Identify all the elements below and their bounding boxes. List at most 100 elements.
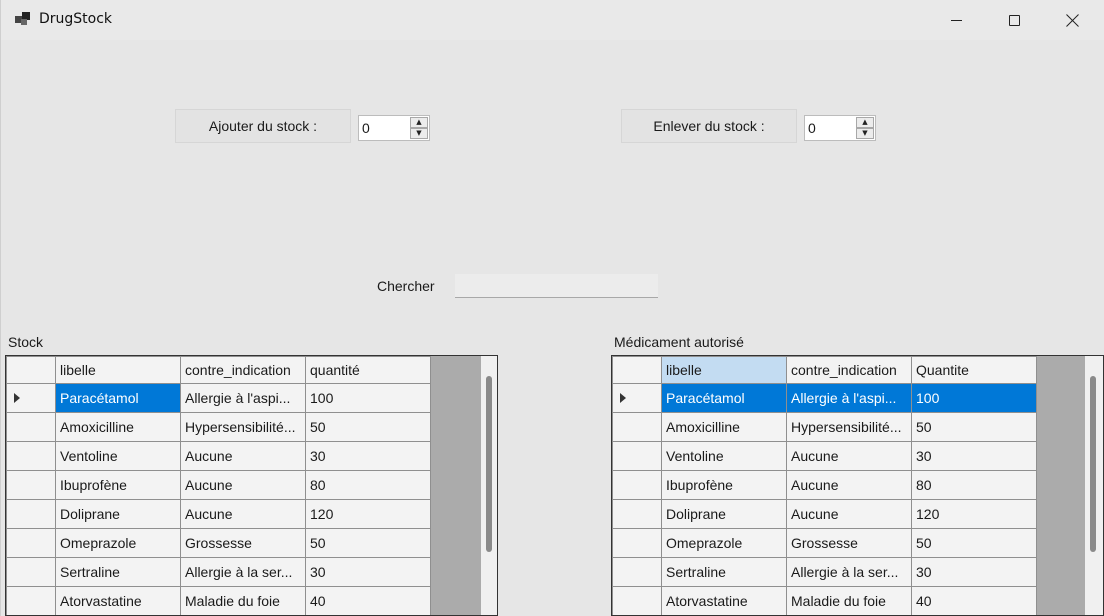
stock-grid-scrollbar[interactable]	[481, 356, 497, 615]
cell-libelle[interactable]: Omeprazole	[661, 528, 787, 558]
cell-quantite[interactable]: 80	[911, 470, 1037, 500]
cell-libelle[interactable]: Ventoline	[661, 441, 787, 471]
search-input[interactable]	[455, 274, 658, 298]
remove-stock-button[interactable]: Enlever du stock :	[621, 109, 797, 143]
remove-quantity-stepper[interactable]: 0 ▲ ▼	[804, 115, 876, 141]
maximize-button[interactable]	[985, 0, 1043, 40]
stepper-down-icon[interactable]: ▼	[856, 128, 874, 139]
row-header[interactable]	[6, 383, 56, 413]
cell-libelle[interactable]: Amoxicilline	[55, 412, 181, 442]
table-row[interactable]: Ibuprofène Aucune 80	[612, 470, 1037, 500]
table-row[interactable]: Ventoline Aucune 30	[612, 441, 1037, 471]
authorized-grid[interactable]: libelle contre_indication Quantite Parac…	[611, 355, 1104, 616]
cell-contre-indication[interactable]: Allergie à l'aspi...	[786, 383, 912, 413]
table-row[interactable]: Doliprane Aucune 120	[612, 499, 1037, 529]
row-header[interactable]	[6, 412, 56, 442]
cell-quantite[interactable]: 100	[911, 383, 1037, 413]
cell-contre-indication[interactable]: Hypersensibilité...	[786, 412, 912, 442]
row-header[interactable]	[6, 441, 56, 471]
table-row[interactable]: Amoxicilline Hypersensibilité... 50	[6, 412, 431, 442]
column-header-libelle[interactable]: libelle	[55, 356, 181, 384]
cell-contre-indication[interactable]: Allergie à la ser...	[180, 557, 306, 587]
column-header-contre-indication[interactable]: contre_indication	[786, 356, 912, 384]
table-row[interactable]: Ventoline Aucune 30	[6, 441, 431, 471]
add-quantity-stepper[interactable]: 0 ▲ ▼	[358, 115, 430, 141]
close-button[interactable]	[1043, 0, 1101, 40]
cell-contre-indication[interactable]: Grossesse	[180, 528, 306, 558]
row-header[interactable]	[612, 499, 662, 529]
cell-quantite[interactable]: 100	[305, 383, 431, 413]
cell-contre-indication[interactable]: Aucune	[786, 470, 912, 500]
cell-libelle[interactable]: Ibuprofène	[661, 470, 787, 500]
row-header[interactable]	[612, 557, 662, 587]
table-row[interactable]: Atorvastatine Maladie du foie 40	[612, 586, 1037, 615]
cell-quantite[interactable]: 30	[911, 441, 1037, 471]
cell-libelle[interactable]: Amoxicilline	[661, 412, 787, 442]
table-row[interactable]: Paracétamol Allergie à l'aspi... 100	[612, 383, 1037, 413]
cell-contre-indication[interactable]: Allergie à la ser...	[786, 557, 912, 587]
cell-contre-indication[interactable]: Aucune	[786, 441, 912, 471]
title-bar[interactable]: DrugStock	[1, 0, 1104, 40]
row-header[interactable]	[6, 557, 56, 587]
table-row[interactable]: Sertraline Allergie à la ser... 30	[6, 557, 431, 587]
column-header-quantite[interactable]: Quantite	[911, 356, 1037, 384]
row-header[interactable]	[612, 441, 662, 471]
cell-quantite[interactable]: 50	[305, 412, 431, 442]
cell-contre-indication[interactable]: Aucune	[180, 470, 306, 500]
cell-libelle[interactable]: Doliprane	[55, 499, 181, 529]
cell-contre-indication[interactable]: Maladie du foie	[180, 586, 306, 615]
cell-contre-indication[interactable]: Hypersensibilité...	[180, 412, 306, 442]
table-row[interactable]: Omeprazole Grossesse 50	[612, 528, 1037, 558]
cell-quantite[interactable]: 30	[305, 557, 431, 587]
table-row[interactable]: Amoxicilline Hypersensibilité... 50	[612, 412, 1037, 442]
row-header[interactable]	[612, 383, 662, 413]
table-row[interactable]: Sertraline Allergie à la ser... 30	[612, 557, 1037, 587]
add-stock-button[interactable]: Ajouter du stock :	[175, 109, 351, 143]
column-header-contre-indication[interactable]: contre_indication	[180, 356, 306, 384]
cell-quantite[interactable]: 80	[305, 470, 431, 500]
cell-libelle[interactable]: Ventoline	[55, 441, 181, 471]
cell-quantite[interactable]: 120	[305, 499, 431, 529]
cell-contre-indication[interactable]: Aucune	[180, 441, 306, 471]
table-row[interactable]: Omeprazole Grossesse 50	[6, 528, 431, 558]
column-header-libelle[interactable]: libelle	[661, 356, 787, 384]
row-header[interactable]	[612, 412, 662, 442]
row-header[interactable]	[612, 528, 662, 558]
row-header[interactable]	[612, 586, 662, 615]
row-header[interactable]	[6, 499, 56, 529]
table-row[interactable]: Doliprane Aucune 120	[6, 499, 431, 529]
cell-libelle[interactable]: Atorvastatine	[55, 586, 181, 615]
cell-libelle[interactable]: Paracétamol	[661, 383, 787, 413]
cell-libelle[interactable]: Ibuprofène	[55, 470, 181, 500]
cell-quantite[interactable]: 50	[305, 528, 431, 558]
cell-quantite[interactable]: 30	[305, 441, 431, 471]
stepper-up-icon[interactable]: ▲	[410, 117, 428, 128]
cell-contre-indication[interactable]: Aucune	[180, 499, 306, 529]
cell-contre-indication[interactable]: Allergie à l'aspi...	[180, 383, 306, 413]
stock-grid[interactable]: libelle contre_indication quantité Parac…	[5, 355, 498, 616]
cell-libelle[interactable]: Doliprane	[661, 499, 787, 529]
cell-quantite[interactable]: 40	[305, 586, 431, 615]
cell-contre-indication[interactable]: Grossesse	[786, 528, 912, 558]
scrollbar-thumb[interactable]	[486, 376, 492, 552]
cell-quantite[interactable]: 50	[911, 528, 1037, 558]
cell-contre-indication[interactable]: Maladie du foie	[786, 586, 912, 615]
scrollbar-thumb[interactable]	[1090, 376, 1096, 552]
stepper-up-icon[interactable]: ▲	[856, 117, 874, 128]
table-row[interactable]: Paracétamol Allergie à l'aspi... 100	[6, 383, 431, 413]
cell-contre-indication[interactable]: Aucune	[786, 499, 912, 529]
row-header[interactable]	[6, 586, 56, 615]
row-header[interactable]	[6, 470, 56, 500]
row-header[interactable]	[612, 470, 662, 500]
cell-quantite[interactable]: 30	[911, 557, 1037, 587]
table-row[interactable]: Ibuprofène Aucune 80	[6, 470, 431, 500]
cell-quantite[interactable]: 50	[911, 412, 1037, 442]
row-header[interactable]	[6, 528, 56, 558]
cell-libelle[interactable]: Atorvastatine	[661, 586, 787, 615]
cell-quantite[interactable]: 40	[911, 586, 1037, 615]
table-row[interactable]: Atorvastatine Maladie du foie 40	[6, 586, 431, 615]
minimize-button[interactable]	[927, 0, 985, 40]
cell-libelle[interactable]: Sertraline	[55, 557, 181, 587]
cell-quantite[interactable]: 120	[911, 499, 1037, 529]
cell-libelle[interactable]: Omeprazole	[55, 528, 181, 558]
